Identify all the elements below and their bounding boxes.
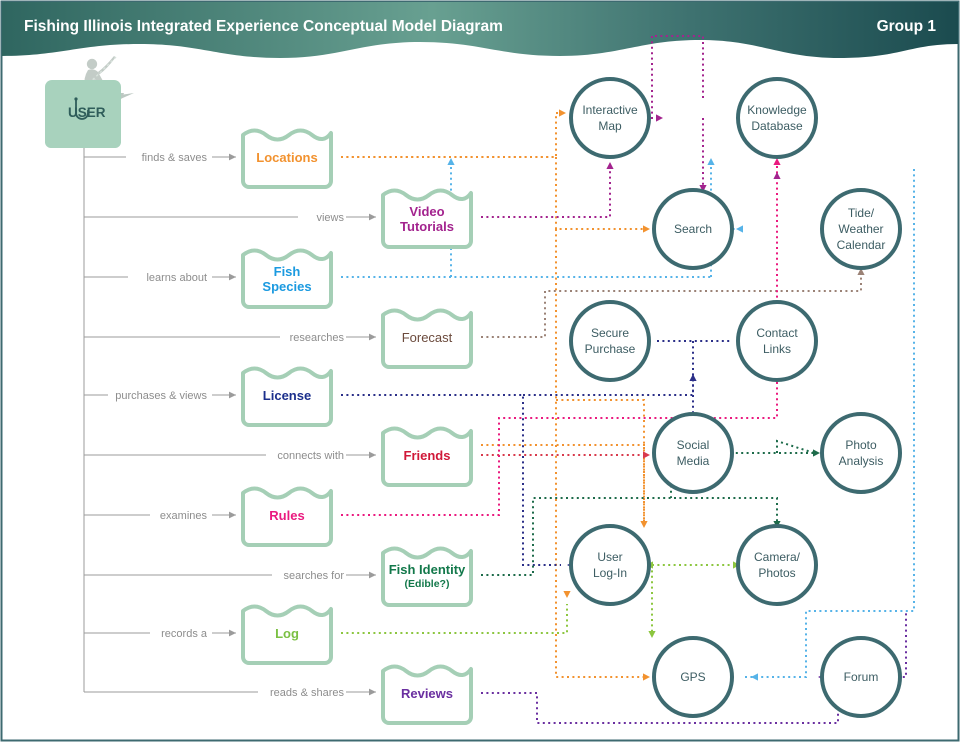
circle-search[interactable]: Search — [652, 188, 734, 270]
box-forecast[interactable]: Forecast — [381, 308, 473, 369]
relation-label: connects with — [277, 450, 344, 462]
box-license[interactable]: License — [241, 366, 333, 427]
box-video-tutorials[interactable]: Video Tutorials — [381, 188, 473, 249]
circle-label-2: Purchase — [585, 342, 636, 356]
relation-label: views — [316, 212, 344, 224]
box-sublabel: (Edible?) — [405, 578, 450, 590]
box-label: Log — [275, 626, 299, 641]
relation-label: learns about — [146, 272, 207, 284]
box-label: Locations — [256, 150, 317, 165]
circle-tide-weather-calendar[interactable]: Tide/ Weather Calendar — [820, 188, 902, 270]
circle-secure-purchase[interactable]: Secure Purchase — [569, 300, 651, 382]
circle-forum[interactable]: Forum — [820, 636, 902, 718]
circle-label: Tide/ — [848, 206, 875, 220]
circle-label-2: Media — [677, 454, 710, 468]
relation-label: finds & saves — [142, 152, 208, 164]
circle-label: Knowledge — [747, 103, 807, 117]
box-label: Rules — [269, 508, 304, 523]
circle-knowledge-database[interactable]: Knowledge Database — [736, 77, 818, 159]
box-friends[interactable]: Friends — [381, 426, 473, 487]
circle-interactive-map[interactable]: Interactive Map — [569, 77, 651, 159]
page-title: Fishing Illinois Integrated Experience C… — [24, 18, 503, 35]
relation-label: reads & shares — [270, 687, 344, 699]
box-log[interactable]: Log — [241, 604, 333, 665]
circle-label: User — [597, 550, 622, 564]
circle-gps[interactable]: GPS — [652, 636, 734, 718]
box-rules[interactable]: Rules — [241, 486, 333, 547]
box-label: Reviews — [401, 686, 453, 701]
relation-label: searches for — [283, 570, 344, 582]
circle-label: Camera/ — [754, 550, 801, 564]
relation-label: examines — [160, 510, 208, 522]
circle-label: Interactive — [582, 103, 638, 117]
box-label-2: Species — [262, 279, 311, 294]
box-fish-species[interactable]: Fish Species — [241, 248, 333, 309]
relation-label: researches — [290, 332, 345, 344]
relation-label: purchases & views — [115, 390, 207, 402]
circle-label-2: Links — [763, 342, 791, 356]
circle-label: GPS — [680, 670, 705, 684]
circle-label: Search — [674, 222, 712, 236]
group-label: Group 1 — [877, 18, 937, 35]
box-label: Fish Identity — [389, 562, 466, 577]
circle-label-2: Database — [751, 119, 803, 133]
circle-camera-photos[interactable]: Camera/ Photos — [736, 524, 818, 606]
box-locations[interactable]: Locations — [241, 128, 333, 189]
user-label: USER — [68, 105, 106, 120]
box-label: License — [263, 388, 311, 403]
box-label-2: Tutorials — [400, 219, 454, 234]
box-label: Forecast — [402, 330, 453, 345]
box-fish-identity[interactable]: Fish Identity (Edible?) — [381, 546, 473, 607]
circle-label: Photo — [845, 438, 877, 452]
circle-label-2: Photos — [758, 566, 795, 580]
circle-label-3: Calendar — [837, 238, 886, 252]
circle-label: Contact — [756, 326, 798, 340]
circle-label: Social — [677, 438, 710, 452]
circle-label: Secure — [591, 326, 629, 340]
circle-social-media[interactable]: Social Media — [652, 412, 734, 494]
circle-user-login[interactable]: User Log-In — [569, 524, 651, 606]
circle-contact-links[interactable]: Contact Links — [736, 300, 818, 382]
circle-photo-analysis[interactable]: Photo Analysis — [820, 412, 902, 494]
relation-label: records a — [161, 628, 208, 640]
circle-label-2: Weather — [838, 222, 883, 236]
box-label: Video — [409, 204, 444, 219]
box-label: Fish — [274, 264, 301, 279]
circle-label-2: Analysis — [839, 454, 884, 468]
circle-label-2: Map — [598, 119, 622, 133]
box-reviews[interactable]: Reviews — [381, 664, 473, 725]
box-label: Friends — [404, 448, 451, 463]
diagram-canvas: Fishing Illinois Integrated Experience C… — [0, 0, 960, 742]
circle-label-2: Log-In — [593, 566, 627, 580]
circle-label: Forum — [844, 670, 879, 684]
